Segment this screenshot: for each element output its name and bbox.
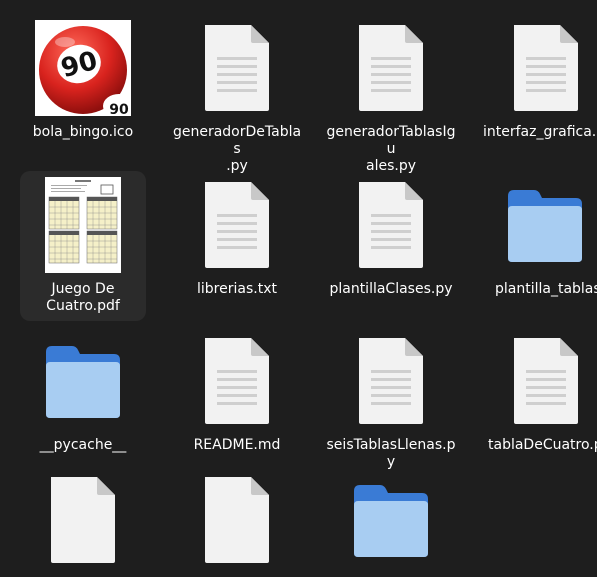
text-file-icon: [172, 333, 302, 429]
text-file-icon: [172, 477, 302, 573]
file-item-generadorDeTablas[interactable]: generadorDeTablas .py: [172, 14, 302, 175]
file-item-partial-3[interactable]: [326, 475, 456, 577]
file-item-generadorTablasIguales[interactable]: generadorTablasIgu ales.py: [326, 14, 456, 175]
text-file-icon: [326, 177, 456, 273]
file-item-readme[interactable]: README.md: [172, 327, 302, 454]
file-name: plantilla_tablas: [495, 281, 597, 297]
file-item-plantilla-tablas[interactable]: plantilla_tablas: [480, 171, 597, 298]
folder-icon: [326, 481, 456, 577]
file-name: interfaz_grafica.p: [483, 124, 597, 140]
text-file-icon: [480, 333, 597, 429]
text-file-icon: [326, 20, 456, 116]
svg-text:90: 90: [109, 102, 129, 116]
bingo-ball-icon: 90 90: [18, 20, 148, 116]
file-name: generadorDeTablas .py: [172, 124, 302, 174]
folder-icon: [18, 333, 148, 429]
text-file-icon: [18, 477, 148, 573]
file-name: Juego De Cuatro.pdf: [46, 281, 120, 314]
text-file-icon: [326, 333, 456, 429]
file-item-partial-2[interactable]: [172, 471, 302, 573]
text-file-icon: [480, 20, 597, 116]
file-item-bola-bingo[interactable]: 90 90 bola_bingo.ico: [18, 14, 148, 141]
file-name: seisTablasLlenas.py: [326, 437, 456, 470]
file-name: tablaDeCuatro.py: [488, 437, 597, 453]
text-file-icon: [172, 20, 302, 116]
file-item-juego-de-cuatro[interactable]: Juego De Cuatro.pdf: [20, 171, 146, 321]
folder-icon: [480, 177, 597, 273]
file-item-pycache[interactable]: __pycache__: [18, 327, 148, 454]
file-item-tablaDeCuatro[interactable]: tablaDeCuatro.py: [480, 327, 597, 454]
pdf-thumbnail-icon: [20, 177, 146, 273]
file-item-seisTablasLlenas[interactable]: seisTablasLlenas.py: [326, 327, 456, 471]
file-item-plantillaClases[interactable]: plantillaClases.py: [326, 171, 456, 298]
text-file-icon: [172, 177, 302, 273]
file-name: plantillaClases.py: [329, 281, 453, 297]
file-name: bola_bingo.ico: [32, 124, 134, 140]
file-name: librerias.txt: [197, 281, 277, 297]
file-name: __pycache__: [39, 437, 127, 453]
file-name: generadorTablasIgu ales.py: [326, 124, 456, 174]
file-item-partial-1[interactable]: [18, 471, 148, 573]
file-name: README.md: [193, 437, 281, 453]
file-item-librerias[interactable]: librerias.txt: [172, 171, 302, 298]
file-item-interfaz-grafica[interactable]: interfaz_grafica.p: [480, 14, 597, 141]
